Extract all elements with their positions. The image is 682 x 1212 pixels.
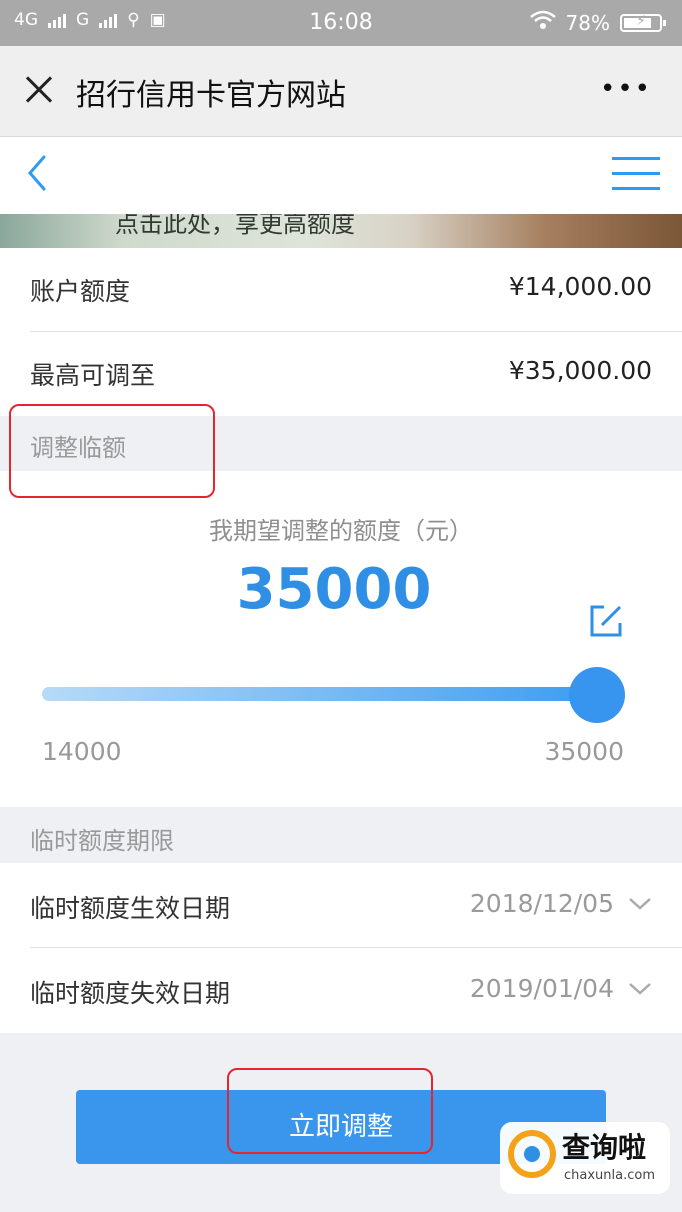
status-bar: 4G G ⚲ ▣ 16:08 78% ⚡ [0, 0, 682, 46]
edit-icon[interactable] [586, 601, 626, 641]
start-date-value: 2018/12/05 [469, 889, 614, 918]
annotation-box-button [227, 1068, 433, 1154]
max-limit-label: 最高可调至 [30, 361, 156, 390]
banner-text: 点击此处，享更高额度 [115, 214, 355, 238]
max-limit-value: ¥35,000.00 [508, 356, 652, 385]
chevron-down-icon [629, 897, 651, 910]
watermark-cn: 查询啦 [562, 1131, 647, 1164]
watermark-en: chaxunla.com [564, 1168, 655, 1183]
battery-percent: 78% [565, 10, 610, 35]
amount-slider-thumb[interactable] [569, 667, 625, 723]
account-limit-label: 账户额度 [30, 277, 131, 306]
amount-slider-track[interactable] [42, 687, 602, 701]
amount-value: 35000 [236, 557, 432, 622]
page-title: 招行信用卡官方网站 [76, 78, 346, 113]
chevron-down-icon [629, 982, 651, 995]
start-date-select[interactable]: 2018/12/05 [470, 889, 652, 918]
status-right: 78% ⚡ [529, 10, 666, 35]
annotation-box-section [9, 404, 215, 498]
battery-icon: ⚡ [620, 13, 666, 32]
end-date-row[interactable]: 临时额度失效日期 2019/01/04 [0, 948, 682, 1033]
end-date-value: 2019/01/04 [469, 974, 614, 1003]
wifi-icon [529, 10, 556, 35]
watermark-logo-icon [508, 1130, 556, 1178]
browser-header: 招行信用卡官方网站 ••• [0, 46, 682, 137]
watermark: 查询啦 chaxunla.com [500, 1122, 670, 1194]
start-date-label: 临时额度生效日期 [30, 894, 231, 923]
end-date-select[interactable]: 2019/01/04 [470, 974, 652, 1003]
period-section-header: 临时额度期限 [0, 807, 682, 863]
promo-banner[interactable]: 点击此处，享更高额度 [0, 214, 682, 248]
end-date-label: 临时额度失效日期 [30, 979, 231, 1008]
account-limit-value: ¥14,000.00 [508, 272, 652, 301]
period-section-title: 临时额度期限 [30, 827, 174, 855]
page-nav [0, 137, 682, 214]
adjust-card: 我期望调整的额度（元） 35000 14000 35000 [0, 471, 682, 807]
more-options-button[interactable]: ••• [600, 74, 652, 104]
slider-max-label: 35000 [544, 737, 624, 766]
slider-min-label: 14000 [42, 737, 122, 766]
account-limit-row: 账户额度 ¥14,000.00 [0, 248, 682, 332]
close-icon[interactable] [20, 70, 60, 110]
start-date-row[interactable]: 临时额度生效日期 2018/12/05 [0, 863, 682, 948]
back-arrow-icon[interactable] [22, 153, 52, 193]
expect-amount-label: 我期望调整的额度（元） [209, 517, 473, 545]
menu-icon[interactable] [612, 157, 660, 193]
